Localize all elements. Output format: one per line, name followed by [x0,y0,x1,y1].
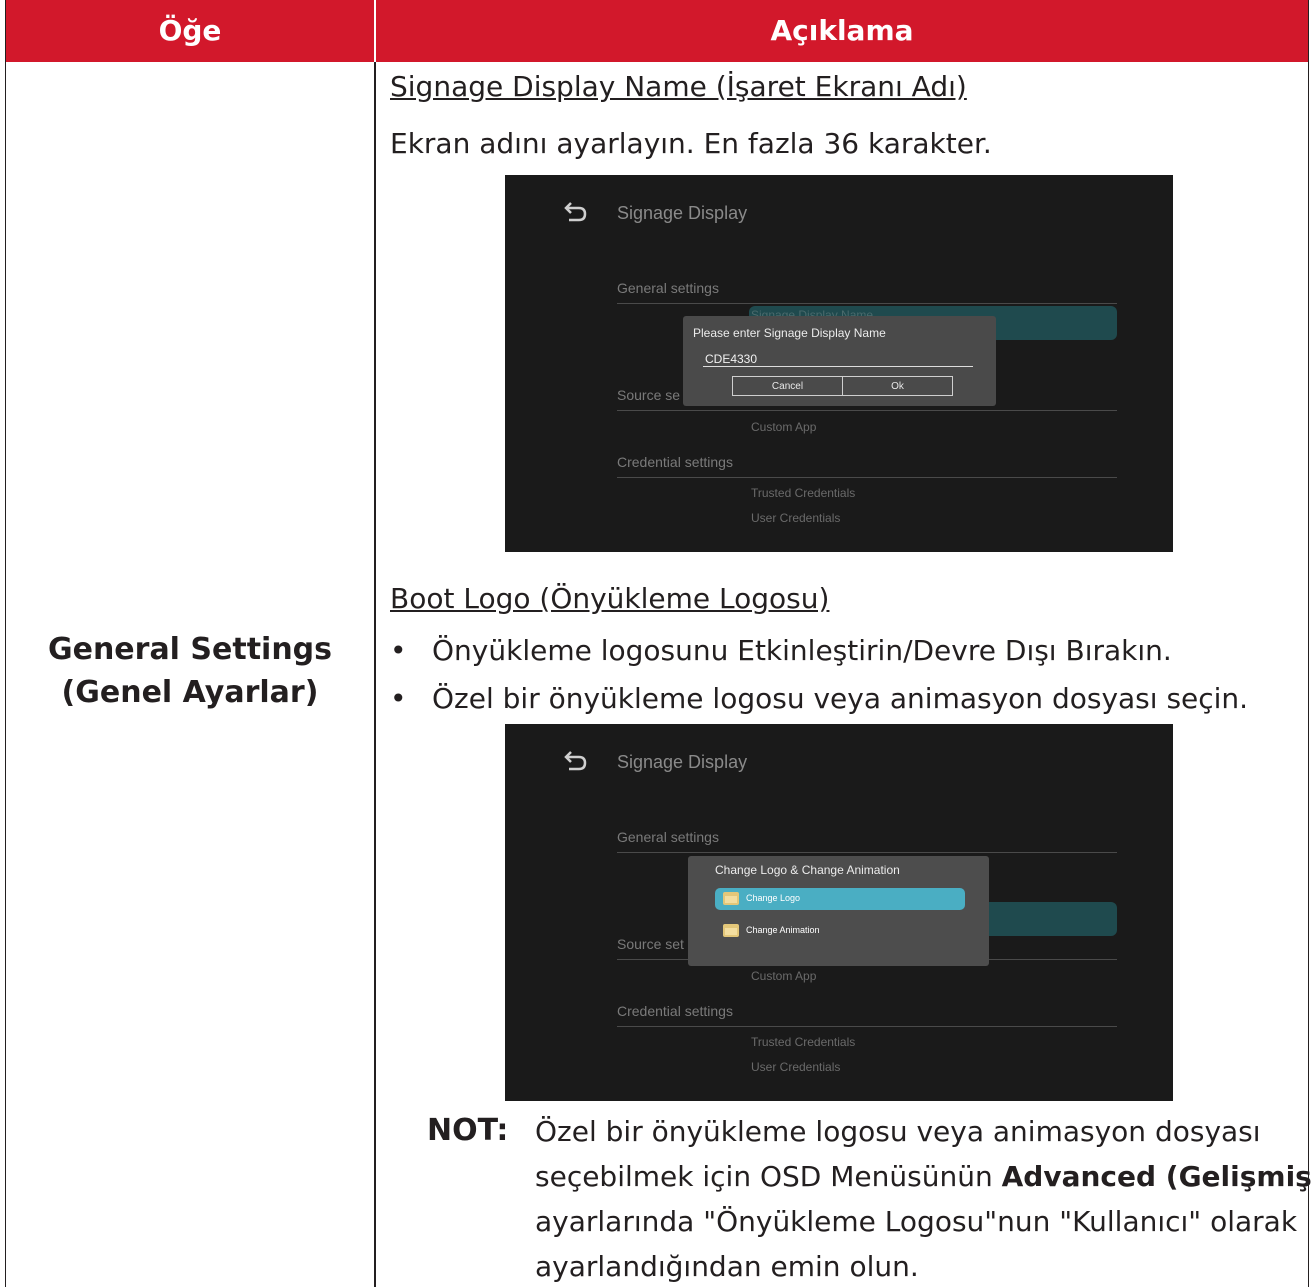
header-item: Öğe [158,14,222,47]
general-settings-label: General settings [617,829,719,845]
credential-settings-label: Credential settings [617,454,733,470]
column-divider [374,62,376,1287]
dialog-title: Please enter Signage Display Name [693,326,886,340]
trusted-credentials-item[interactable]: Trusted Credentials [751,486,855,500]
bullet-dot: • [390,634,407,667]
note-line-1: Özel bir önyükleme logosu veya animasyon… [535,1115,1261,1148]
divider [617,852,1117,853]
signage-name-heading: Signage Display Name (İşaret Ekranı Adı) [390,70,967,103]
folder-icon [723,892,739,905]
item-name-line1: General Settings [47,632,333,667]
back-icon [564,202,587,222]
note-text: seçebilmek için OSD Menüsünün [535,1160,1002,1193]
logo-dialog: Change Logo & Change Animation Change Lo… [688,856,989,966]
note-label: NOT: [427,1113,509,1148]
back-icon [564,751,587,771]
option-label: Change Animation [746,925,820,935]
source-settings-label: Source se [617,387,681,403]
divider [617,410,1117,411]
custom-app-item[interactable]: Custom App [751,420,816,434]
general-settings-label: General settings [617,280,719,296]
source-settings-label: Source set [617,936,684,952]
custom-app-item[interactable]: Custom App [751,969,816,983]
item-name-line2: (Genel Ayarlar) [61,675,319,710]
cancel-button[interactable]: Cancel [732,376,843,396]
divider [617,477,1117,478]
divider [617,303,1117,304]
item-name: General Settings (Genel Ayarlar) [6,628,374,714]
signage-name-desc: Ekran adını ayarlayın. En fazla 36 karak… [390,127,992,160]
option-label: Change Logo [746,893,801,903]
note-line-4: ayarlandığından emin olun. [535,1250,919,1283]
divider [617,1026,1117,1027]
folder-icon [723,924,739,937]
screenshot-boot-logo: Signage Display General settings Source … [505,724,1173,1101]
bullet-dot: • [390,682,407,715]
name-input[interactable]: CDE4330 [705,352,757,366]
name-dialog: Please enter Signage Display Name CDE433… [683,316,996,406]
note-line-3: ayarlarında "Önyükleme Logosu"nun "Kulla… [535,1205,1298,1238]
screen-title: Signage Display [617,203,748,223]
bullet-text: Özel bir önyükleme logosu veya animasyon… [432,682,1249,715]
note-bold: Advanced (Gelişmiş) [1001,1160,1314,1193]
user-credentials-item[interactable]: User Credentials [751,511,840,525]
change-animation-option[interactable]: Change Animation [715,920,965,942]
header-description: Açıklama [770,14,914,47]
ok-button[interactable]: Ok [842,376,953,396]
credential-settings-label: Credential settings [617,1003,733,1019]
input-underline [703,366,973,367]
dialog-title: Change Logo & Change Animation [715,863,900,877]
change-logo-option[interactable]: Change Logo [715,888,965,910]
boot-logo-heading: Boot Logo (Önyükleme Logosu) [390,582,830,615]
table-header: Öğe Açıklama [6,0,1308,62]
note-line-2: seçebilmek için OSD Menüsünün Advanced (… [535,1160,1314,1193]
bullet-text: Önyükleme logosunu Etkinleştirin/Devre D… [432,634,1172,667]
user-credentials-item[interactable]: User Credentials [751,1060,840,1074]
screen-title: Signage Display [617,752,748,772]
trusted-credentials-item[interactable]: Trusted Credentials [751,1035,855,1049]
screenshot-signage-name: Signage Display General settings Signage… [505,175,1173,552]
